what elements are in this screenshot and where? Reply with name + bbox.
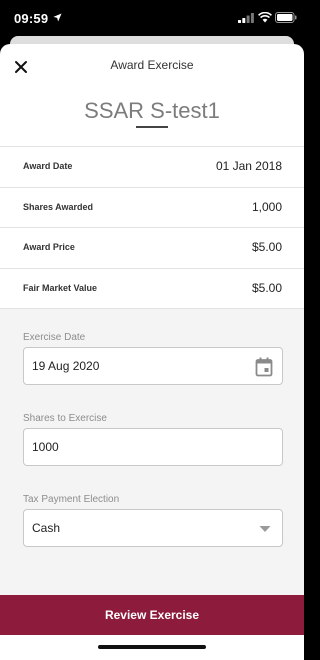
calendar-icon[interactable] xyxy=(255,357,273,377)
shares-to-exercise-label: Shares to Exercise xyxy=(23,413,107,424)
exercise-form: Exercise Date 19 Aug 2020 Shares to Exer… xyxy=(0,309,304,595)
detail-label: Shares Awarded xyxy=(23,201,94,212)
detail-row-award-date: Award Date 01 Jan 2018 xyxy=(0,147,304,188)
award-details: Award Date 01 Jan 2018 Shares Awarded 1,… xyxy=(0,146,304,309)
home-area xyxy=(0,635,304,660)
battery-icon xyxy=(275,12,297,23)
tax-payment-election-label: Tax Payment Election xyxy=(23,494,120,505)
shares-to-exercise-value: 1000 xyxy=(32,440,59,454)
detail-row-fair-market-value: Fair Market Value $5.00 xyxy=(0,269,304,309)
review-exercise-button[interactable]: Review Exercise xyxy=(0,595,304,635)
detail-label: Fair Market Value xyxy=(23,282,98,293)
tax-payment-election-select[interactable]: Cash xyxy=(23,509,283,547)
status-time: 09:59 xyxy=(14,11,49,26)
exercise-date-field[interactable]: 19 Aug 2020 xyxy=(23,347,283,385)
sheet-title: Award Exercise xyxy=(110,58,194,72)
exercise-date-label: Exercise Date xyxy=(23,332,86,343)
status-bar: 09:59 xyxy=(0,0,304,36)
detail-value: 01 Jan 2018 xyxy=(215,159,282,173)
award-exercise-sheet: Award Exercise SSAR S-test1 Award Date 0… xyxy=(0,44,304,660)
shares-to-exercise-input[interactable]: 1000 xyxy=(23,428,283,466)
detail-value: $5.00 xyxy=(251,240,282,254)
exercise-date-value: 19 Aug 2020 xyxy=(32,359,100,373)
tax-payment-election-value: Cash xyxy=(32,521,61,535)
detail-label: Award Price xyxy=(23,242,75,252)
cellular-signal-icon xyxy=(238,13,254,23)
detail-row-shares-awarded: Shares Awarded 1,000 xyxy=(0,188,304,228)
detail-value: 1,000 xyxy=(251,199,282,214)
award-name: SSAR S-test1 xyxy=(84,98,220,123)
home-indicator xyxy=(98,645,206,649)
award-name-underline xyxy=(136,126,168,128)
wifi-icon xyxy=(258,12,272,23)
detail-row-award-price: Award Price $5.00 xyxy=(0,228,304,269)
detail-label: Award Date xyxy=(23,161,73,171)
detail-value: $5.00 xyxy=(251,280,282,295)
location-arrow-icon xyxy=(53,13,62,22)
chevron-down-icon xyxy=(259,526,271,532)
